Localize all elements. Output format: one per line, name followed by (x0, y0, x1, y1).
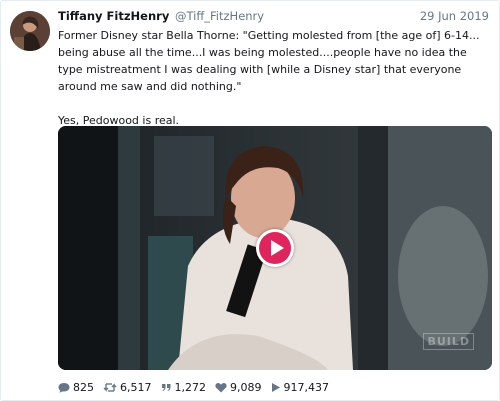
retweet-button[interactable]: 6,517 (103, 381, 152, 394)
reply-button[interactable]: 825 (58, 381, 94, 394)
tweet-stats: 825 6,517 1,272 9,089 917,437 (58, 379, 338, 395)
play-count-icon (271, 382, 280, 392)
play-icon (271, 240, 284, 256)
play-icon-background (259, 232, 291, 264)
video-watermark: BUILD (423, 333, 474, 350)
video-player[interactable]: BUILD (58, 126, 492, 370)
retweet-icon (103, 382, 117, 392)
like-count: 9,089 (230, 380, 262, 394)
views-button[interactable]: 917,437 (271, 380, 330, 394)
avatar[interactable] (10, 11, 50, 51)
tweet-header: Tiffany FitzHenry @Tiff_FitzHenry 29 Jun… (58, 9, 489, 27)
view-count: 917,437 (283, 380, 330, 394)
quote-count: 1,272 (174, 380, 207, 394)
tweet-card: Tiffany FitzHenry @Tiff_FitzHenry 29 Jun… (0, 0, 500, 401)
quote-icon (161, 384, 170, 391)
author-name[interactable]: Tiffany FitzHenry (58, 9, 169, 23)
heart-icon (215, 382, 227, 392)
tweet-date[interactable]: 29 Jun 2019 (420, 9, 489, 23)
reply-count: 825 (73, 380, 94, 394)
tweet-text: Former Disney star Bella Thorne: "Gettin… (58, 27, 488, 129)
tweet-paragraph: Former Disney star Bella Thorne: "Gettin… (58, 29, 480, 93)
retweet-count: 6,517 (120, 380, 152, 394)
reply-icon (58, 382, 70, 393)
quote-button[interactable]: 1,272 (161, 380, 207, 394)
play-button[interactable] (256, 229, 294, 267)
like-button[interactable]: 9,089 (215, 381, 262, 394)
author-handle[interactable]: @Tiff_FitzHenry (175, 9, 264, 23)
